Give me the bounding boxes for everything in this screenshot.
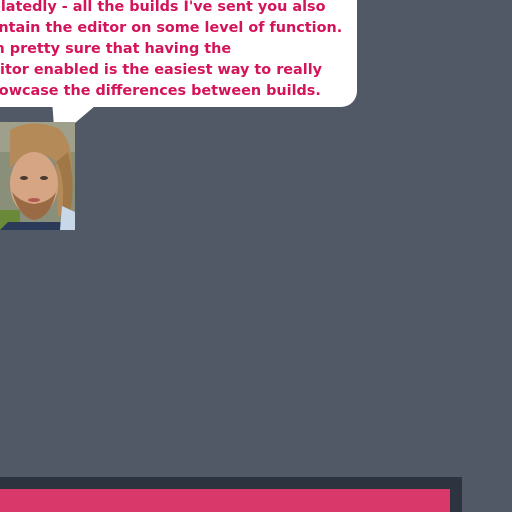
dialogue-line: showcase the differences between builds. — [0, 83, 321, 99]
bottom-bar — [0, 489, 450, 512]
dialogue-text: Relatedly - all the builds I've sent you… — [0, 0, 360, 102]
speaker-portrait-icon — [0, 122, 75, 230]
dialogue-line: contain the editor on some level of func… — [0, 20, 343, 36]
game-screen: Relatedly - all the builds I've sent you… — [0, 0, 512, 512]
dialogue-line: I'm pretty sure that having the — [0, 41, 232, 57]
dialogue-line: editor enabled is the easiest way to rea… — [0, 62, 323, 78]
dialogue-line: Relatedly - all the builds I've sent you… — [0, 0, 326, 15]
